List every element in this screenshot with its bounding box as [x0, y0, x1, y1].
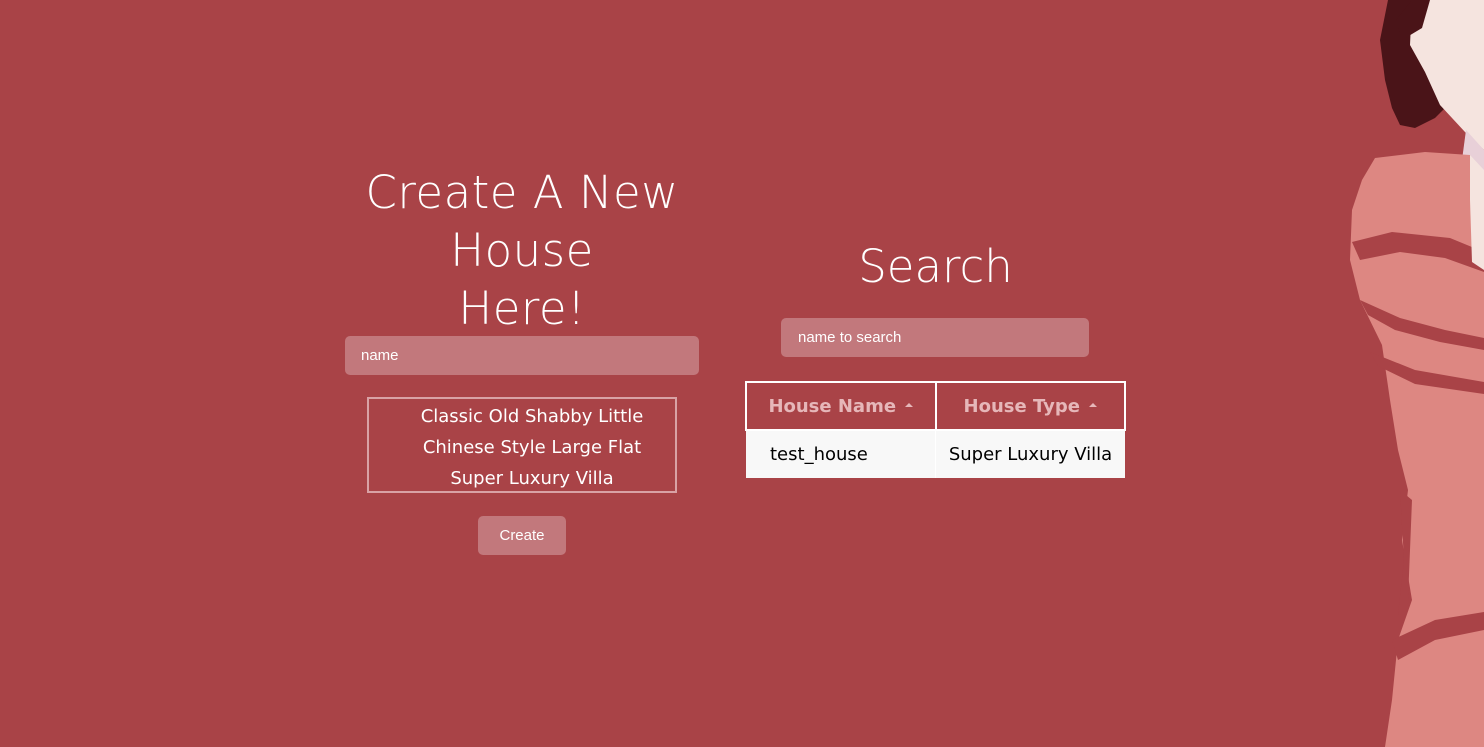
column-header-house-name[interactable]: House Name: [745, 381, 937, 431]
create-house-title: Create A New House Here!: [300, 164, 744, 338]
column-header-house-name-label: House Name: [768, 395, 897, 417]
character-illustration: [1350, 0, 1484, 747]
house-type-option-villa[interactable]: Super Luxury Villa: [369, 463, 675, 494]
sort-ascending-icon[interactable]: [1088, 402, 1097, 407]
create-title-line2: Here!: [458, 282, 586, 335]
house-name-input[interactable]: [345, 336, 699, 375]
create-title-line1: Create A New House: [365, 166, 679, 277]
table-row[interactable]: test_house Super Luxury Villa: [746, 430, 1125, 478]
page: Create A New HouseHere! Classic Old Shab…: [0, 0, 1484, 747]
house-type-option-chinese[interactable]: Chinese Style Large Flat: [369, 432, 675, 463]
house-type-option-classic[interactable]: Classic Old Shabby Little: [369, 401, 675, 432]
search-input[interactable]: [781, 318, 1089, 357]
table-header-row: House Name House Type: [745, 381, 1126, 431]
results-table: House Name House Type test_house Super L…: [745, 381, 1126, 478]
house-type-listbox[interactable]: Classic Old Shabby Little Chinese Style …: [367, 397, 677, 493]
sort-ascending-icon[interactable]: [905, 402, 914, 407]
column-header-house-type-label: House Type: [963, 395, 1080, 417]
create-button[interactable]: Create: [478, 516, 566, 555]
cell-house-name: test_house: [746, 430, 936, 478]
character-highlight-shape: [1470, 155, 1484, 270]
cell-house-type: Super Luxury Villa: [935, 430, 1125, 478]
column-header-house-type[interactable]: House Type: [934, 381, 1126, 431]
search-title: Search: [858, 240, 1013, 293]
